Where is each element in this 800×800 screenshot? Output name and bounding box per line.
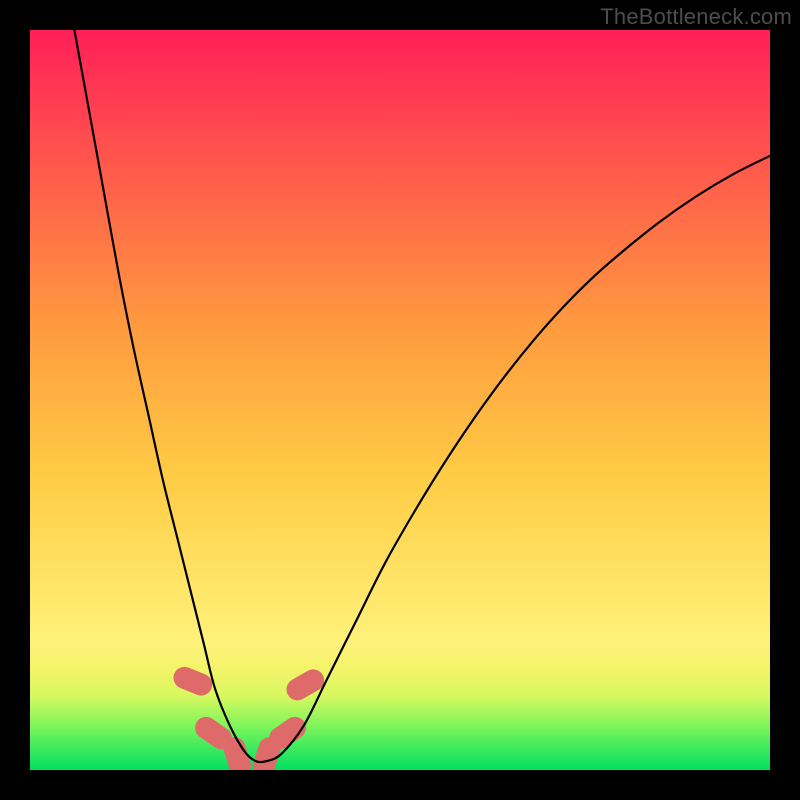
gradient-background xyxy=(30,30,770,770)
plot-area xyxy=(30,30,770,770)
watermark-text: TheBottleneck.com xyxy=(600,4,792,30)
chart-frame: TheBottleneck.com xyxy=(0,0,800,800)
chart-svg xyxy=(30,30,770,770)
